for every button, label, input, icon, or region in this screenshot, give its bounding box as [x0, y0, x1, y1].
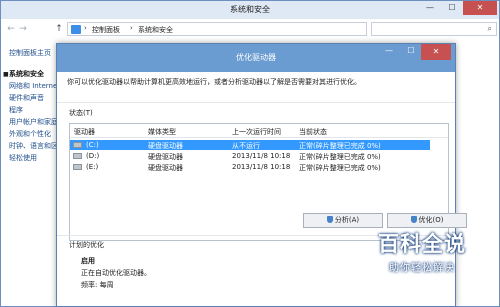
status-label: 状态(T) [69, 109, 93, 117]
last-run: 从不运行 [232, 142, 260, 150]
table-header: 驱动器 媒体类型 上一次运行时间 当前状态 [70, 124, 448, 138]
column-header-last-run[interactable]: 上一次运行时间 [232, 127, 281, 137]
dialog-close-button[interactable]: ✕ [421, 44, 451, 60]
shield-icon [410, 216, 417, 223]
table-row[interactable]: (C:) 硬盘驱动器 从不运行 正常(碎片整理已完成 0%) [70, 140, 430, 150]
minimize-button[interactable]: — [419, 1, 441, 15]
optimize-button-label: 优化(O) [418, 216, 444, 224]
media-type: 硬盘驱动器 [148, 164, 183, 172]
drive-letter: (D:) [86, 152, 100, 160]
column-header-drive[interactable]: 驱动器 [74, 127, 95, 137]
media-type: 硬盘驱动器 [148, 153, 183, 161]
dialog-description: 你可以优化驱动器以帮助计算机更高效地运行，或者分析驱动器以了解是否需要对其进行优… [67, 78, 361, 86]
column-header-status[interactable]: 当前状态 [299, 127, 327, 137]
drive-letter: (C:) [86, 141, 99, 149]
breadcrumb-control-panel[interactable]: 控制面板 [92, 25, 120, 35]
column-header-media-type[interactable]: 媒体类型 [148, 127, 176, 137]
watermark-title: 百科全说 [378, 232, 466, 256]
current-item-bullet-icon: ■ [3, 71, 9, 78]
watermark-subtitle: 助你轻松解决 [389, 263, 455, 274]
close-button[interactable]: ✕ [463, 1, 497, 15]
schedule-status: 启用 [81, 257, 95, 265]
last-run: 2013/11/8 10:18 [232, 152, 291, 160]
watermark-logo: 百科全说 助你轻松解决 [366, 228, 478, 284]
drive-letter: (E:) [86, 163, 99, 171]
analyze-button-label: 分析(A) [334, 216, 360, 224]
address-bar[interactable]: › 控制面板 › 系统和安全 [67, 22, 367, 36]
breadcrumb-system-security[interactable]: 系统和安全 [138, 25, 173, 35]
divider [57, 102, 455, 103]
breadcrumb-separator-icon: › [84, 24, 87, 32]
dialog-minimize-button[interactable]: — [379, 46, 399, 60]
scheduled-optimization-label: 计划的优化 [69, 241, 104, 249]
shield-icon [326, 216, 333, 223]
control-panel-titlebar: 系统和安全 — ☐ ✕ [1, 1, 499, 19]
schedule-description: 正在自动优化驱动器。 [81, 269, 151, 277]
dialog-maximize-button[interactable]: ☐ [401, 46, 421, 60]
table-row[interactable]: (D:) 硬盘驱动器 2013/11/8 10:18 正常(碎片整理已完成 0%… [70, 151, 430, 161]
up-arrow-icon[interactable]: ↑ [53, 23, 65, 35]
table-row[interactable]: (E:) 硬盘驱动器 2013/11/8 10:18 正常(碎片整理已完成 0%… [70, 162, 430, 172]
maximize-button[interactable]: ☐ [441, 1, 463, 15]
search-input[interactable]: ⌕ [371, 22, 497, 36]
current-status: 正常(碎片整理已完成 0%) [299, 142, 381, 150]
address-row: ← → ↑ › 控制面板 › 系统和安全 ⌕ [1, 21, 499, 37]
media-type: 硬盘驱动器 [148, 142, 183, 150]
current-status: 正常(碎片整理已完成 0%) [299, 164, 381, 172]
back-arrow-icon[interactable]: ← [5, 23, 17, 35]
forward-arrow-icon[interactable]: → [17, 23, 29, 35]
breadcrumb-separator-icon: › [130, 24, 133, 32]
optimize-button[interactable]: 优化(O) [387, 213, 467, 228]
schedule-frequency: 频率: 每周 [81, 281, 114, 289]
current-status: 正常(碎片整理已完成 0%) [299, 153, 381, 161]
search-icon[interactable]: ⌕ [488, 24, 492, 34]
last-run: 2013/11/8 10:18 [232, 163, 291, 171]
analyze-button[interactable]: 分析(A) [303, 213, 383, 228]
control-panel-icon [71, 25, 81, 34]
dialog-titlebar: 优化驱动器 — ☐ ✕ [57, 44, 455, 72]
